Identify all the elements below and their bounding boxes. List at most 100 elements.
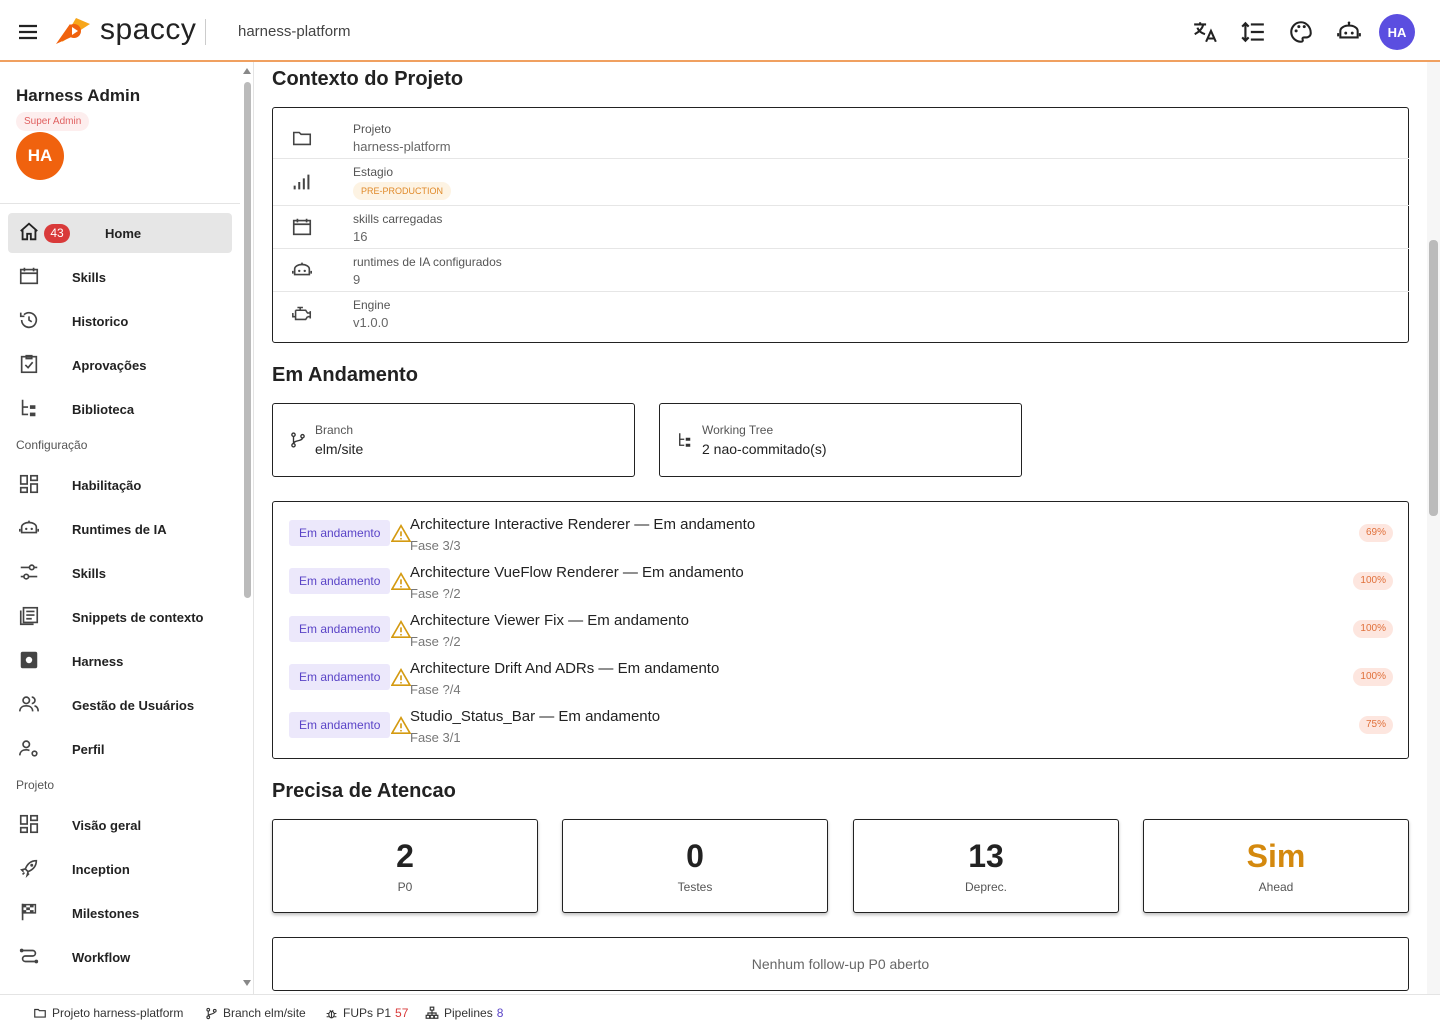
warning-icon	[391, 716, 411, 734]
status-project-text: Projeto harness-platform	[52, 1006, 184, 1020]
list-item[interactable]: Em andamento Architecture VueFlow Render…	[289, 564, 1393, 608]
top-bar: spaccy harness-platform HA	[0, 0, 1440, 62]
sidebar-scroll-up[interactable]	[243, 68, 251, 74]
item-title: Architecture Interactive Renderer — Em a…	[410, 516, 756, 533]
sidebar-item-label: Milestones	[72, 905, 140, 921]
sidebar-item-snippets[interactable]: Snippets de contexto	[8, 597, 232, 637]
sidebar-avatar[interactable]: HA	[16, 132, 64, 180]
stat-value: 2	[396, 838, 414, 874]
menu-icon[interactable]	[16, 20, 40, 44]
progress-percent: 69%	[1358, 524, 1393, 542]
progress-percent: 75%	[1358, 716, 1393, 734]
engine-icon	[292, 306, 312, 321]
robot-icon[interactable]	[1336, 19, 1362, 45]
warning-icon	[391, 668, 411, 686]
stat-card-p0[interactable]: 2 P0	[272, 819, 538, 913]
sidebar-item-perfil[interactable]: Perfil	[8, 729, 232, 769]
working-tree-label: Working Tree	[702, 423, 774, 437]
status-chip: Em andamento	[289, 664, 391, 690]
sidebar-item-visao-geral[interactable]: Visão geral	[8, 805, 232, 845]
row-divider	[273, 248, 1409, 249]
history-icon	[19, 311, 38, 329]
status-project[interactable]: Projeto harness-platform	[33, 1006, 183, 1020]
tree-icon	[679, 433, 691, 447]
branch-card: Branch elm/site	[272, 403, 635, 477]
current-project[interactable]: harness-platform	[238, 23, 351, 40]
sidebar-item-label: Biblioteca	[72, 401, 135, 417]
sidebar-item-harness[interactable]: Harness	[8, 641, 232, 681]
status-fups[interactable]: FUPs P1 57	[325, 1006, 408, 1020]
sidebar-item-workflow[interactable]: Workflow	[8, 937, 232, 977]
sidebar-item-label: Perfil	[72, 741, 105, 757]
calendar-icon	[292, 218, 312, 236]
signal-bars-icon	[293, 174, 310, 190]
sidebar-item-label: Workflow	[72, 949, 131, 965]
sidebar-item-label: Historico	[72, 313, 129, 329]
section-configuracao: Configuração	[16, 438, 88, 452]
stat-card-deprec[interactable]: 13 Deprec.	[853, 819, 1119, 913]
translate-icon[interactable]	[1192, 19, 1218, 45]
status-fups-label: FUPs P1	[343, 1006, 392, 1020]
context-label: Projeto	[353, 122, 392, 136]
item-title: Architecture VueFlow Renderer — Em andam…	[410, 564, 744, 581]
sidebar-item-label: Habilitação	[72, 477, 142, 493]
sidebar-item-skills[interactable]: Skills	[8, 257, 232, 297]
sidebar-item-label: Harness	[72, 653, 124, 669]
sidebar-item-habilitacao[interactable]: Habilitação	[8, 465, 232, 505]
context-card: Projeto harness-platform Estagio PRE-PRO…	[272, 107, 1409, 343]
list-item[interactable]: Em andamento Architecture Interactive Re…	[289, 516, 1393, 560]
context-title: Contexto do Projeto	[272, 68, 464, 90]
sidebar-user-name: Harness Admin	[16, 86, 141, 105]
sidebar-item-label: Visão geral	[72, 817, 142, 833]
working-tree-card: Working Tree 2 nao-commitado(s)	[659, 403, 1022, 477]
sidebar-scrollbar[interactable]	[244, 82, 251, 598]
sidebar-item-usuarios[interactable]: Gestão de Usuários	[8, 685, 232, 725]
sidebar-item-biblioteca[interactable]: Biblioteca	[8, 389, 232, 429]
main-scrollbar[interactable]	[1429, 240, 1438, 516]
palette-icon[interactable]	[1288, 19, 1314, 45]
app-logo[interactable]: spaccy	[54, 14, 196, 46]
sidebar-item-home[interactable]: 43 Home	[8, 213, 232, 253]
sidebar-item-label: Gestão de Usuários	[72, 697, 195, 713]
section-projeto: Projeto	[16, 778, 55, 792]
status-branch[interactable]: Branch elm/site	[205, 1006, 306, 1020]
progress-percent: 100%	[1353, 620, 1393, 638]
row-divider	[273, 158, 1409, 159]
status-pipelines[interactable]: Pipelines 8	[425, 1006, 503, 1020]
list-item[interactable]: Em andamento Architecture Viewer Fix — E…	[289, 612, 1393, 656]
sidebar-item-config-skills[interactable]: Skills	[8, 553, 232, 593]
context-label: Engine	[353, 298, 391, 312]
sidebar-item-runtimes[interactable]: Runtimes de IA	[8, 509, 232, 549]
list-item[interactable]: Em andamento Studio_Status_Bar — Em anda…	[289, 708, 1393, 752]
stat-label: P0	[397, 880, 413, 894]
folder-icon	[34, 1008, 46, 1018]
stage-chip: PRE-PRODUCTION	[353, 182, 452, 200]
item-title: Architecture Viewer Fix — Em andamento	[410, 612, 690, 629]
warning-icon	[391, 620, 411, 638]
sidebar-scroll-down[interactable]	[243, 980, 251, 986]
robot-icon	[19, 520, 39, 534]
list-item[interactable]: Em andamento Architecture Drift And ADRs…	[289, 660, 1393, 704]
sidebar-item-aprovacoes[interactable]: Aprovações	[8, 345, 232, 385]
empty-message: Nenhum follow-up P0 aberto	[751, 956, 930, 972]
sidebar-item-inception[interactable]: Inception	[8, 849, 232, 889]
progress-percent: 100%	[1353, 572, 1393, 590]
context-label: runtimes de IA configurados	[353, 255, 502, 269]
role-badge: Super Admin	[16, 112, 90, 131]
main-scroll-track[interactable]	[1427, 62, 1440, 994]
sidebar-item-historico[interactable]: Historico	[8, 301, 232, 341]
status-fups-count: 57	[395, 1006, 409, 1020]
stat-label: Ahead	[1258, 880, 1294, 894]
stat-card-testes[interactable]: 0 Testes	[562, 819, 828, 913]
in-progress-title: Em Andamento	[272, 364, 418, 386]
user-avatar[interactable]: HA	[1379, 14, 1415, 50]
warning-icon	[391, 524, 411, 542]
calendar-icon	[19, 267, 39, 285]
git-branch-icon	[291, 432, 305, 448]
item-phase: Fase 3/1	[410, 730, 461, 745]
stat-label: Testes	[677, 880, 713, 894]
spaccy-logo-icon	[56, 18, 90, 44]
stat-card-ahead[interactable]: Sim Ahead	[1143, 819, 1409, 913]
line-height-icon[interactable]	[1240, 19, 1266, 45]
sidebar-item-milestones[interactable]: Milestones	[8, 893, 232, 933]
